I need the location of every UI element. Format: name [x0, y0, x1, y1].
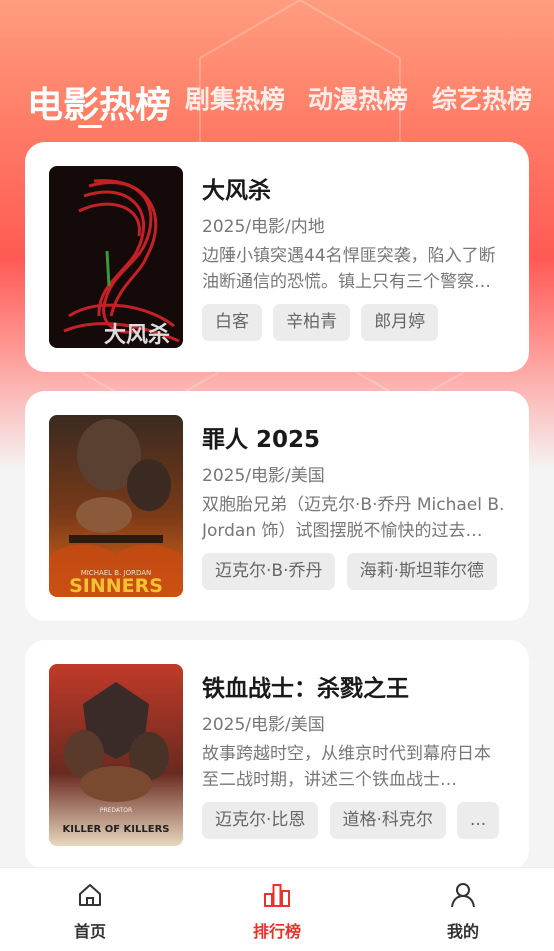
movie-title: 罪人 2025 [202, 427, 321, 453]
movie-info: 大风杀 2025/电影/内地 边陲小镇突遇44名悍匪突袭，陷入了断油断通信的恐慌… [202, 172, 505, 295]
poster-title-text: SINNERS [69, 575, 163, 597]
movie-card[interactable]: PREDATOR KILLER OF KILLERS 铁血战士：杀戮之王 202… [25, 640, 529, 870]
home-icon [79, 884, 101, 906]
cast-tags: 迈克尔·比恩 道格·科克尔 ... [202, 802, 529, 840]
movie-poster: PREDATOR KILLER OF KILLERS [49, 664, 183, 846]
movie-description: 边陲小镇突遇44名悍匪突袭，陷入了断油断通信的恐慌。镇上只有三个警察… [202, 246, 496, 292]
nav-profile[interactable]: 我的 [413, 882, 513, 942]
cast-tag[interactable]: 迈克尔·B·乔丹 [202, 553, 336, 590]
nav-profile-label: 我的 [446, 922, 479, 941]
nav-home-label: 首页 [73, 922, 106, 941]
movie-title: 大风杀 [202, 178, 271, 204]
cast-tag[interactable]: 迈克尔·比恩 [202, 802, 319, 839]
movie-description: 故事跨越时空，从维京时代到幕府日本至二战时期，讲述三个铁血战士… [202, 744, 491, 790]
poster-title-text: KILLER OF KILLERS [63, 824, 170, 835]
cast-tag[interactable]: 白客 [202, 304, 262, 341]
tab-anime[interactable]: 动漫热榜 [308, 80, 408, 116]
nav-home[interactable]: 首页 [40, 882, 140, 942]
movie-card[interactable]: 大风杀 大风杀 2025/电影/内地 边陲小镇突遇44名悍匪突袭，陷入了断油断通… [25, 142, 529, 372]
tab-series[interactable]: 剧集热榜 [185, 80, 285, 116]
cast-tag[interactable]: 郎月婷 [361, 304, 439, 341]
cast-tag[interactable]: 辛柏青 [273, 304, 351, 341]
cast-tag[interactable]: 海莉·斯坦菲尔德 [346, 553, 497, 590]
movie-meta: 2025/电影/美国 [202, 466, 325, 486]
cast-tags: 迈克尔·B·乔丹 海莉·斯坦菲尔德 [202, 553, 529, 591]
cast-tag-more[interactable]: ... [457, 802, 500, 839]
movie-info: 铁血战士：杀戮之王 2025/电影/美国 故事跨越时空，从维京时代到幕府日本至二… [202, 670, 505, 793]
movie-poster: MICHAEL B. JORDAN SINNERS [49, 415, 183, 597]
bottom-navigation: 首页 排行榜 我的 [0, 867, 554, 951]
movie-info: 罪人 2025 2025/电影/美国 双胞胎兄弟（迈克尔·B·乔丹 Michae… [202, 421, 505, 544]
movie-card[interactable]: MICHAEL B. JORDAN SINNERS 罪人 2025 2025/电… [25, 391, 529, 621]
cast-tags: 白客 辛柏青 郎月婷 [202, 304, 529, 342]
movie-meta: 2025/电影/内地 [202, 217, 325, 237]
movie-title: 铁血战士：杀戮之王 [202, 676, 409, 702]
movie-description: 双胞胎兄弟（迈克尔·B·乔丹 Michael B. Jordan 饰）试图摆脱不… [202, 495, 505, 541]
tab-variety[interactable]: 综艺热榜 [432, 80, 532, 116]
cast-tag[interactable]: 道格·科克尔 [329, 802, 446, 839]
category-tabs: 电影热榜 剧集热榜 动漫热榜 综艺热榜 [0, 70, 554, 130]
movie-poster: 大风杀 [49, 166, 183, 348]
poster-subtext: PREDATOR [100, 807, 132, 814]
active-tab-indicator [78, 125, 102, 128]
nav-ranking-label: 排行榜 [252, 922, 301, 941]
nav-ranking[interactable]: 排行榜 [227, 882, 327, 942]
chart-icon [264, 884, 290, 907]
movie-meta: 2025/电影/美国 [202, 715, 325, 735]
tab-movie[interactable]: 电影热榜 [27, 76, 171, 128]
poster-title-text: 大风杀 [104, 322, 170, 348]
user-icon [451, 883, 475, 908]
